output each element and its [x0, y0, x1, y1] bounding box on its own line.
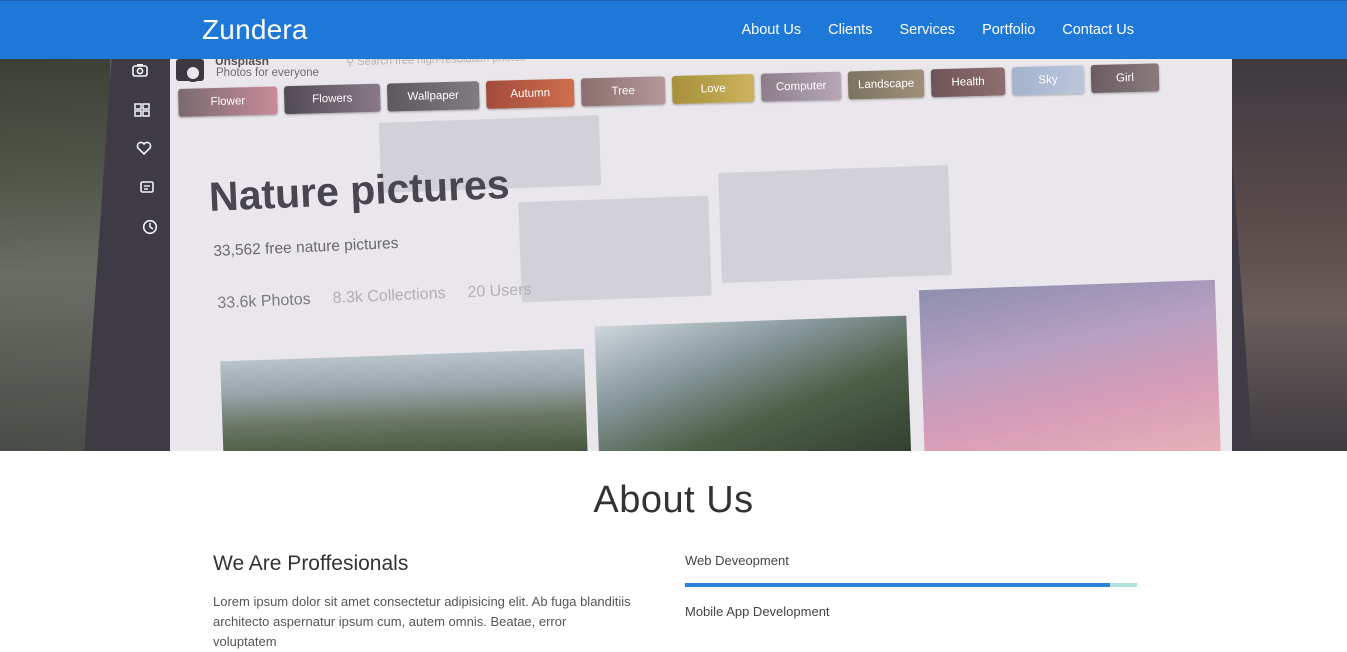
chip-computer: Computer — [760, 71, 842, 102]
hero-banner: Unsplash Photos for everyone ⚲ Search fr… — [0, 59, 1347, 451]
about-paragraph: Lorem ipsum dolor sit amet consectetur a… — [213, 594, 631, 649]
search-icon: ⚲ — [345, 59, 355, 69]
camera-icon — [132, 63, 148, 82]
chip-wallpaper: Wallpaper — [386, 81, 480, 112]
skill-label-web: Web Deveopment — [685, 553, 789, 568]
nav-link-contact[interactable]: Contact Us — [1062, 22, 1134, 38]
chip-sky: Sky — [1011, 65, 1085, 96]
skill-bar-web-fill — [685, 583, 1110, 587]
chip-girl: Girl — [1090, 63, 1160, 94]
hero-photo-forest — [594, 315, 912, 451]
nav-link-about[interactable]: About Us — [741, 22, 801, 38]
hero-stat-users: 20 Users — [467, 281, 532, 302]
grid-icon — [134, 103, 150, 122]
navbar: Zundera About Us Clients Services Portfo… — [0, 0, 1347, 59]
chip-landscape: Landscape — [847, 69, 925, 100]
nav-links: About Us Clients Services Portfolio Cont… — [714, 22, 1134, 38]
about-heading: We Are Proffesionals — [213, 552, 409, 575]
nav-link-services[interactable]: Services — [899, 22, 955, 38]
unsplash-logo-icon — [176, 59, 204, 82]
nav-link-portfolio[interactable]: Portfolio — [982, 22, 1035, 38]
hero-photo-mountains — [220, 348, 588, 451]
chip-autumn: Autumn — [485, 78, 575, 109]
unsplash-tagline: Photos for everyone — [216, 67, 319, 79]
brand-logo[interactable]: Zundera — [202, 14, 308, 46]
chip-flowers: Flowers — [283, 83, 381, 115]
skill-bar-web — [685, 583, 1137, 587]
heart-icon — [136, 141, 152, 160]
chip-tree: Tree — [580, 76, 666, 107]
hero-ghost-card — [718, 165, 952, 283]
chip-health: Health — [930, 67, 1006, 98]
skill-label-mobile: Mobile App Development — [685, 604, 830, 619]
about-section-title: About Us — [593, 479, 754, 521]
clock-icon — [142, 219, 158, 240]
collection-icon — [139, 180, 155, 199]
chip-love: Love — [671, 73, 755, 105]
hero-photo-sunset — [918, 279, 1222, 451]
nav-link-clients[interactable]: Clients — [828, 22, 872, 38]
chip-flower: Flower — [178, 86, 278, 117]
